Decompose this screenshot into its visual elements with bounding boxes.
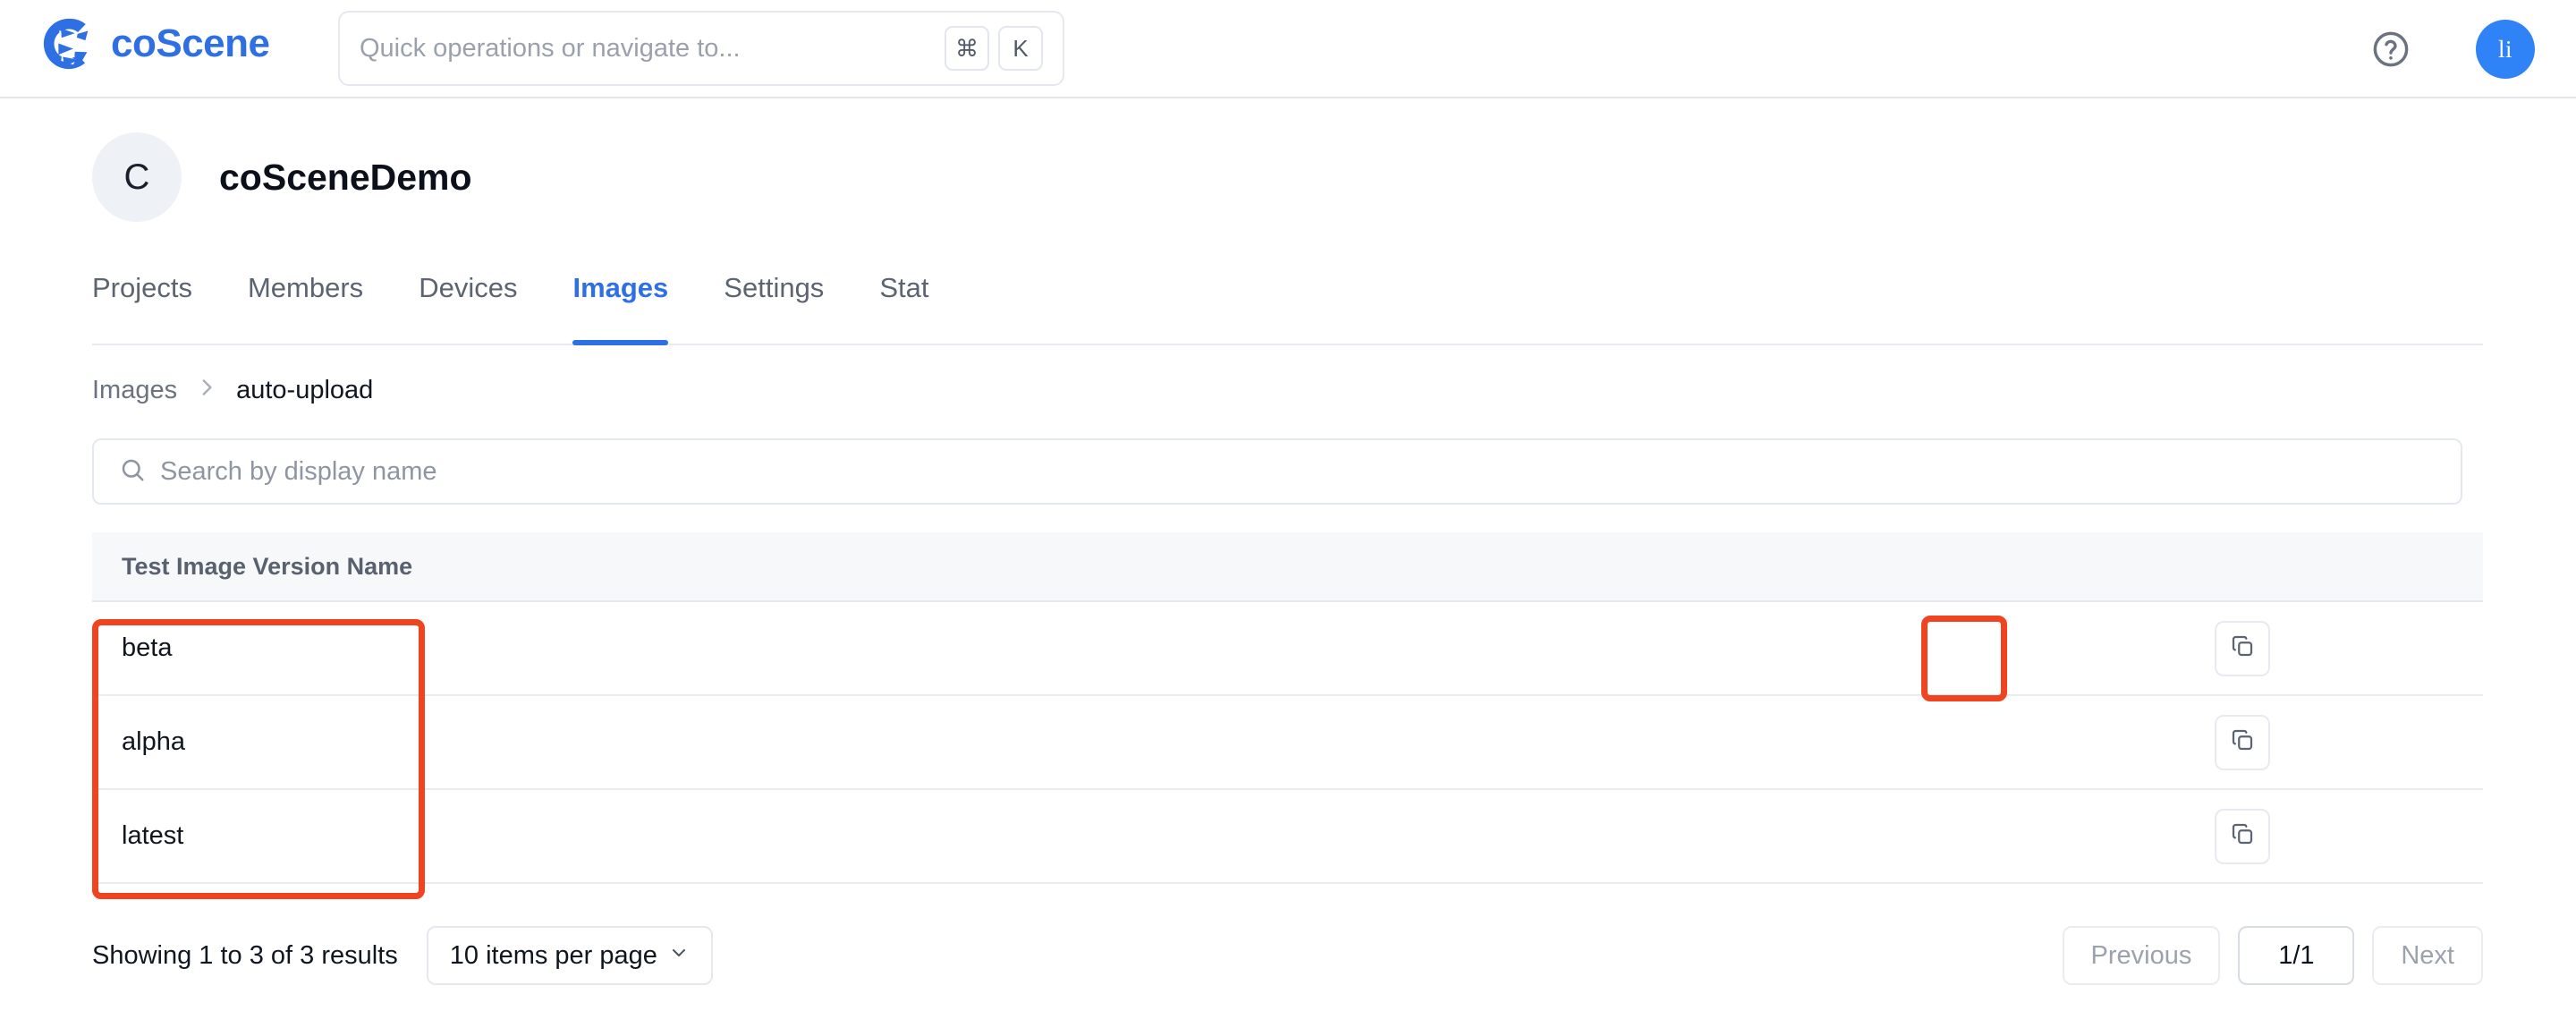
- image-versions-table: Test Image Version Name beta alpha lates…: [92, 532, 2483, 884]
- primary-tabs: Projects Members Devices Images Settings…: [92, 268, 2483, 345]
- help-circle-icon[interactable]: [2370, 29, 2411, 70]
- user-avatar[interactable]: li: [2476, 20, 2535, 79]
- shortcut-key-cmd: ⌘: [945, 26, 989, 71]
- previous-page-button[interactable]: Previous: [2062, 926, 2221, 985]
- per-page-label: 10 items per page: [449, 940, 657, 970]
- tab-projects[interactable]: Projects: [92, 268, 192, 345]
- copy-button[interactable]: [2215, 620, 2270, 676]
- cell-actions: [2215, 808, 2483, 864]
- tab-label: Images: [572, 272, 669, 303]
- search-input[interactable]: Search by display name: [92, 438, 2462, 505]
- cell-actions: [2215, 620, 2483, 676]
- copy-button[interactable]: [2215, 808, 2270, 864]
- top-bar: coScene Quick operations or navigate to.…: [0, 0, 2576, 98]
- cell-actions: [2215, 714, 2483, 770]
- shortcut-key-k: K: [998, 26, 1043, 71]
- brand-name: coScene: [111, 21, 270, 65]
- table-header-row: Test Image Version Name: [92, 532, 2483, 602]
- copy-icon: [2229, 633, 2256, 664]
- column-header-version-name: Test Image Version Name: [122, 552, 413, 580]
- tab-label: Stat: [879, 272, 929, 303]
- organization-avatar: C: [92, 132, 182, 222]
- breadcrumb: Images auto-upload: [92, 376, 373, 404]
- tab-images[interactable]: Images: [572, 268, 668, 345]
- cell-version-name: alpha: [122, 727, 185, 756]
- cell-version-name: beta: [122, 633, 173, 662]
- breadcrumb-current: auto-upload: [236, 375, 374, 404]
- copy-button[interactable]: [2215, 714, 2270, 770]
- chevron-down-icon: [668, 942, 690, 969]
- search-icon: [119, 456, 146, 488]
- quick-search-placeholder: Quick operations or navigate to...: [360, 33, 741, 63]
- page-title: coSceneDemo: [219, 156, 472, 198]
- table-footer: Showing 1 to 3 of 3 results 10 items per…: [92, 922, 2483, 990]
- tab-settings[interactable]: Settings: [724, 268, 824, 345]
- tab-stat[interactable]: Stat: [879, 268, 928, 345]
- search-placeholder: Search by display name: [160, 456, 437, 486]
- pagination: Previous 1/1 Next: [2062, 926, 2483, 985]
- breadcrumb-item-images[interactable]: Images: [92, 377, 177, 404]
- copy-icon: [2229, 726, 2256, 758]
- table-row[interactable]: latest: [92, 790, 2483, 884]
- results-summary: Showing 1 to 3 of 3 results: [92, 940, 398, 970]
- tab-label: Projects: [92, 272, 192, 303]
- quick-search-input[interactable]: Quick operations or navigate to... ⌘ K: [338, 11, 1064, 86]
- tab-label: Devices: [419, 272, 518, 303]
- tab-label: Settings: [724, 272, 825, 303]
- cell-version-name: latest: [122, 821, 184, 850]
- tab-devices[interactable]: Devices: [419, 268, 517, 345]
- organization-header: C coSceneDemo: [92, 132, 472, 222]
- table-row[interactable]: beta: [92, 602, 2483, 696]
- table-row[interactable]: alpha: [92, 696, 2483, 790]
- coscene-aperture-logo-icon: [41, 16, 97, 72]
- brand-logo[interactable]: coScene: [41, 16, 270, 72]
- page-indicator[interactable]: 1/1: [2238, 926, 2355, 985]
- copy-icon: [2229, 820, 2256, 852]
- tab-members[interactable]: Members: [248, 268, 363, 345]
- per-page-select[interactable]: 10 items per page: [426, 926, 713, 985]
- tab-label: Members: [247, 272, 364, 303]
- next-page-button[interactable]: Next: [2372, 926, 2483, 985]
- avatar-initials: li: [2497, 35, 2512, 63]
- chevron-right-icon: [195, 376, 218, 404]
- organization-avatar-initial: C: [123, 157, 150, 197]
